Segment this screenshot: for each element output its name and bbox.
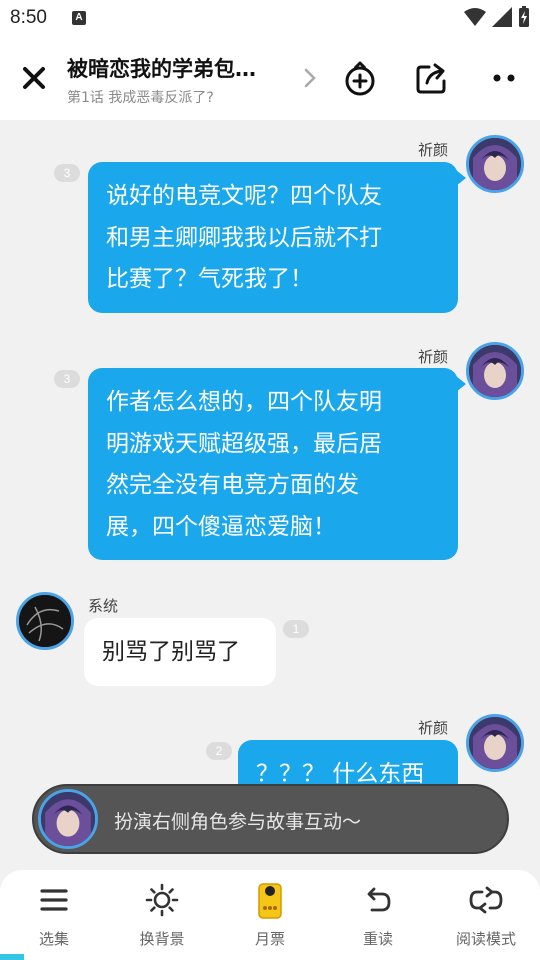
close-icon [23,67,45,89]
chevron-button[interactable] [300,66,320,90]
message-line: 说好的电竞文呢？四个队友 [106,183,382,209]
sender-name: 祈颜 [418,348,449,366]
character-portrait-icon [469,717,521,769]
message-bubble[interactable]: 别骂了别骂了 [84,618,276,686]
status-time: 8:50 [10,7,47,28]
home-indicator [0,954,24,960]
avatar[interactable] [466,342,524,400]
nav-label: 重读 [362,930,393,948]
nav-label: 月票 [254,930,285,948]
bottom-nav: 选集 换背景 月票 重读 阅读模式 [0,870,540,960]
replay-icon [358,882,398,918]
add-character-button[interactable] [340,58,380,98]
battery-icon [519,6,529,27]
message-line: 展，四个傻逼恋爱脑！ [106,513,336,540]
more-button[interactable] [484,58,524,98]
character-portrait-icon [41,792,95,846]
status-bar: 8:50 A [0,0,540,36]
message-bubble[interactable]: 说好的电竞文呢？四个队友 和男主卿卿我我以后就不打 比赛了？气死我了！ [88,162,458,313]
system-portrait-icon [19,595,71,647]
comment-count-badge[interactable]: 1 [283,620,309,638]
avatar[interactable] [466,135,524,193]
list-icon [34,882,74,918]
nav-monthly-ticket[interactable]: 月票 [216,870,324,960]
chapter-subtitle[interactable]: 第1话 我成恶毒反派了? [67,87,214,107]
close-button[interactable] [18,62,50,94]
nav-label: 选集 [38,930,69,948]
more-icon [493,74,515,82]
message-bubble[interactable]: 作者怎么想的，四个队友明 明游戏天赋超级强，最后居 然完全没有电竞方面的发 展，… [88,368,458,560]
loop-icon [466,882,506,918]
nav-label: 换背景 [139,930,185,948]
message-line: 和男主卿卿我我以后就不打 [106,224,382,251]
header: 被暗恋我的学弟包… 第1话 我成恶毒反派了? [0,36,540,120]
roleplay-prompt-text: 扮演右侧角色参与故事互动～ [114,811,362,833]
sender-name: 祈颜 [418,719,449,737]
avatar[interactable] [466,714,524,772]
message-line: 然完全没有电竞方面的发 [106,472,359,498]
sun-icon [142,882,182,918]
nav-reread[interactable]: 重读 [324,870,432,960]
chevron-right-icon [304,68,316,88]
comment-count-badge[interactable]: 3 [54,370,80,388]
system-avatar[interactable] [16,592,74,650]
character-portrait-icon [469,345,521,397]
sender-name: 系统 [88,597,119,615]
roleplay-prompt-button[interactable]: 扮演右侧角色参与故事互动～ [32,784,509,854]
chat-area[interactable]: 祈颜 3 说好的电竞文呢？四个队友 和男主卿卿我我以后就不打 比赛了？气死我了！… [0,120,540,875]
sender-name: 祈颜 [418,141,449,159]
notification-icon: A [72,11,86,25]
nav-background[interactable]: 换背景 [108,870,216,960]
message-line: 明游戏天赋超级强，最后居 [106,430,382,457]
nav-label: 阅读模式 [455,930,516,948]
message-line: 作者怎么想的，四个队友明 [106,389,382,415]
comment-count-badge[interactable]: 2 [206,742,232,760]
share-icon [416,63,446,94]
roleplay-avatar [38,789,98,849]
ticket-icon [250,882,290,919]
add-character-icon [345,61,375,96]
status-icons [464,6,530,28]
wifi-icon [464,8,486,26]
message-line: 别骂了别骂了 [102,639,240,665]
nav-episodes[interactable]: 选集 [0,870,108,960]
share-button[interactable] [412,58,452,98]
story-title[interactable]: 被暗恋我的学弟包… [67,53,256,83]
nav-reading-mode[interactable]: 阅读模式 [432,870,540,960]
comment-count-badge[interactable]: 3 [54,164,80,182]
message-line: 比赛了？气死我了！ [106,266,313,292]
character-portrait-icon [469,138,521,190]
signal-icon [492,7,512,27]
